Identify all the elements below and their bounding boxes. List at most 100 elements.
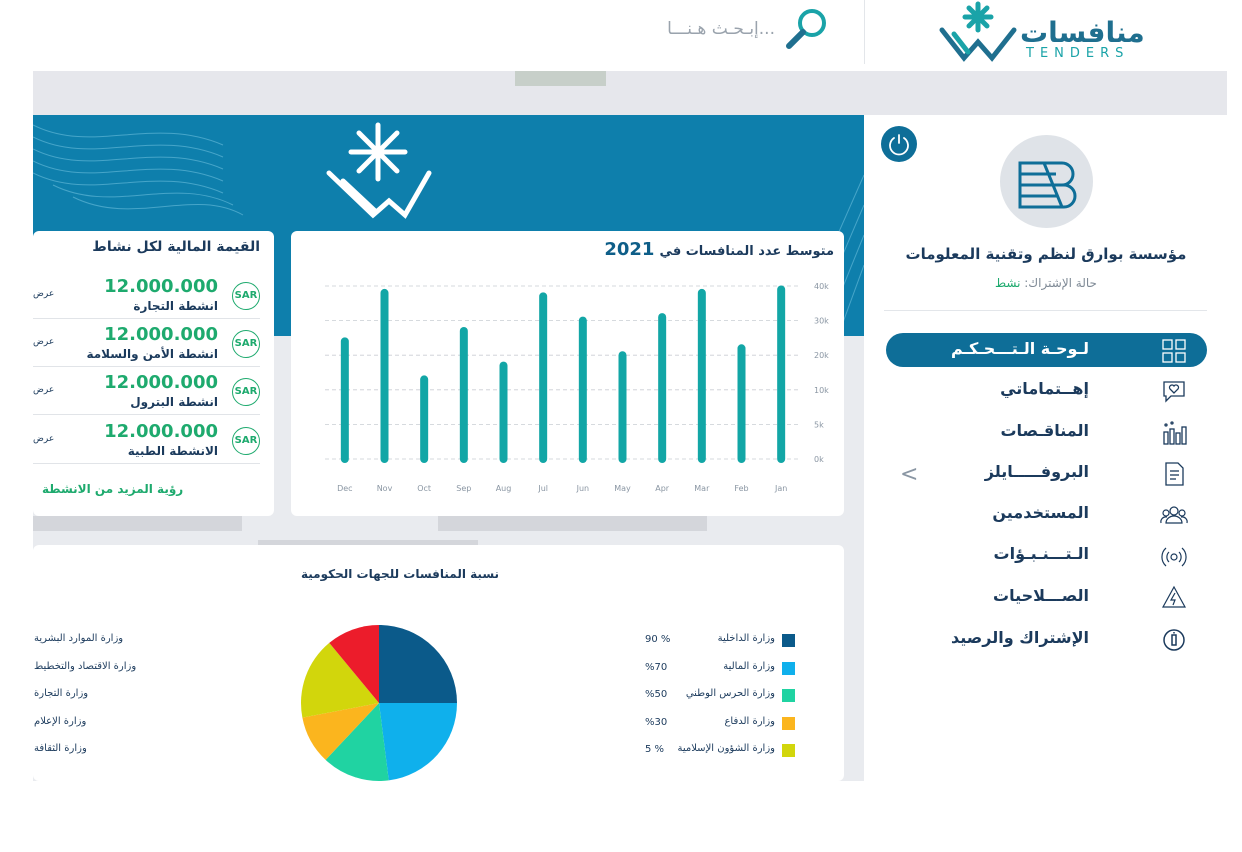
sidebar-divider <box>884 310 1207 311</box>
legend-label: وزارة المالية <box>723 660 775 672</box>
x-tick-label: Mar <box>694 484 710 493</box>
amount-value: 12.000.000 <box>104 372 218 393</box>
legend-label: وزارة الاقتصاد والتخطيط <box>34 660 137 672</box>
offer-link[interactable]: عرض <box>33 385 54 395</box>
legend-label: وزارة التجارة <box>34 688 89 699</box>
bar-chart-icon <box>1163 421 1187 445</box>
offer-link[interactable]: عرض <box>33 434 54 444</box>
legend-swatch <box>782 634 795 647</box>
legend-percent: %70 <box>645 661 668 673</box>
list-item[interactable]: عرض 12.000.000 الانشطة الطبية SAR <box>33 416 260 464</box>
org-name: مؤسسة بوارق لنظم وتقنية المعلومات <box>905 245 1187 263</box>
sidebar-item-subscription[interactable]: الإشتراك والرصيد <box>886 622 1207 656</box>
top-band <box>33 71 1227 115</box>
legend-label: وزارة الحرس الوطني <box>685 688 775 699</box>
band-image <box>515 71 606 86</box>
list-item[interactable]: عرض 12.000.000 انشطة الأمن والسلامة SAR <box>33 319 260 367</box>
list-item[interactable]: عرض 12.000.000 انشطة البترول SAR <box>33 367 260 415</box>
sar-currency-icon: SAR <box>232 330 260 358</box>
sar-currency-icon: SAR <box>232 282 260 310</box>
power-icon <box>889 134 909 156</box>
sidebar-item-profiles[interactable]: البروفـــــايلز <box>886 456 1207 490</box>
activity-name: الانشطة الطبية <box>127 444 218 458</box>
legend-label: وزارة الثقافة <box>34 743 87 754</box>
sidebar-item-tenders[interactable]: المناقـصات <box>886 415 1207 449</box>
see-more-activities-link[interactable]: رؤية المزيد من الانشطة <box>42 482 183 496</box>
sidebar-item-label: إهــتماماتي <box>1000 379 1089 398</box>
bolt-icon <box>1161 585 1187 608</box>
y-tick-label: 30k <box>814 317 829 326</box>
x-tick-label: Sep <box>456 484 471 493</box>
search-icon[interactable] <box>784 6 830 52</box>
legend-percent: 90 % <box>645 634 671 645</box>
list-item[interactable]: عرض 12.000.000 انشطة التجارة SAR <box>33 271 260 319</box>
sidebar-collapse-icon[interactable]: < <box>900 462 918 487</box>
heart-chat-icon <box>1163 381 1185 403</box>
x-tick-label: May <box>614 484 631 493</box>
pie-slice[interactable] <box>379 625 457 703</box>
values-card-title: القيمة المالية لكل نشاط <box>92 239 260 255</box>
search-input[interactable] <box>560 14 775 44</box>
legend-label: وزارة الإعلام <box>34 715 87 727</box>
x-tick-label: Jun <box>576 484 590 493</box>
card-shadow <box>438 516 707 531</box>
x-tick-label: Nov <box>377 484 393 493</box>
offer-link[interactable]: عرض <box>33 289 54 299</box>
power-button[interactable] <box>881 126 917 162</box>
sidebar-item-users[interactable]: المستخدمين <box>886 497 1207 531</box>
sidebar-item-label: الإشتراك والرصيد <box>951 628 1089 647</box>
subscription-value: نشط <box>995 276 1021 290</box>
pie-slice[interactable] <box>379 703 457 781</box>
x-tick-label: Feb <box>734 484 748 493</box>
sidebar-item-label: البروفـــــايلز <box>984 462 1089 481</box>
logo-text-ar: منافسات <box>1020 16 1145 49</box>
legend-swatch <box>782 716 795 730</box>
legend-percent: %50 <box>645 689 668 700</box>
y-tick-label: 20k <box>814 351 829 360</box>
pie-chart <box>301 625 457 781</box>
sidebar-item-label: الـتـــنـبـؤات <box>993 544 1090 563</box>
offer-link[interactable]: عرض <box>33 337 54 347</box>
subscription-label: حالة الإشتراك: <box>1020 276 1097 290</box>
gov-entities-pie-card: نسبة المنافسات للجهات الحكومية وزارة الد… <box>33 545 844 781</box>
legend-label: وزارة الموارد البشرية <box>34 633 124 644</box>
activity-values-card: القيمة المالية لكل نشاط عرض 12.000.000 ا… <box>33 231 274 516</box>
x-tick-label: Aug <box>496 484 512 493</box>
activity-name: انشطة التجارة <box>133 299 218 313</box>
sidebar-item-interests[interactable]: إهــتماماتي <box>886 373 1207 407</box>
legend-label: وزارة الشؤون الإسلامية <box>677 743 775 754</box>
x-tick-label: Apr <box>655 484 670 493</box>
legend-label: وزارة الدفاع <box>724 715 775 727</box>
legend-percent: 5 % <box>645 744 665 755</box>
legend-swatch <box>782 744 795 757</box>
info-icon <box>1163 629 1185 651</box>
amount-value: 12.000.000 <box>104 276 218 297</box>
sidebar-item-predictions[interactable]: الـتـــنـبـؤات <box>886 538 1207 572</box>
sar-currency-icon: SAR <box>232 378 260 406</box>
avatar[interactable] <box>1000 135 1093 228</box>
sidebar-item-dashboard[interactable]: لـوحـة الـتـــحـكـم <box>886 333 1207 367</box>
y-tick-label: 5k <box>814 420 824 429</box>
legend-label: وزارة الداخلية <box>717 633 775 644</box>
amount-value: 12.000.000 <box>104 324 218 345</box>
activity-name: انشطة البترول <box>130 395 218 409</box>
x-tick-label: Jul <box>537 484 548 493</box>
legend-percent: %30 <box>645 716 668 728</box>
logo-text-en: TENDERS <box>1026 46 1130 61</box>
sidebar-item-label: المناقـصات <box>1000 421 1089 440</box>
signal-icon <box>1161 547 1187 567</box>
org-logo-icon <box>1018 161 1077 209</box>
x-tick-label: Oct <box>417 484 431 493</box>
document-icon <box>1165 462 1184 486</box>
sidebar-item-permissions[interactable]: الصـــلاحيات <box>886 580 1207 614</box>
dashboard-icon <box>1162 339 1186 363</box>
bar-chart: 0k 5k 10k 20k 30k 40k Jan Feb Mar Apr May Jun Jul Aug… <box>325 282 829 493</box>
logo-mark-icon <box>939 1 1017 62</box>
subscription-status: حالة الإشتراك: نشط <box>880 276 1212 290</box>
x-tick-label: Jan <box>774 484 787 493</box>
sidebar-item-label: الصـــلاحيات <box>993 586 1089 605</box>
card-shadow <box>33 516 242 531</box>
sidebar-item-label: المستخدمين <box>992 503 1089 522</box>
header-divider <box>864 0 865 64</box>
pie-chart-title: نسبة المنافسات للجهات الحكومية <box>301 567 500 581</box>
